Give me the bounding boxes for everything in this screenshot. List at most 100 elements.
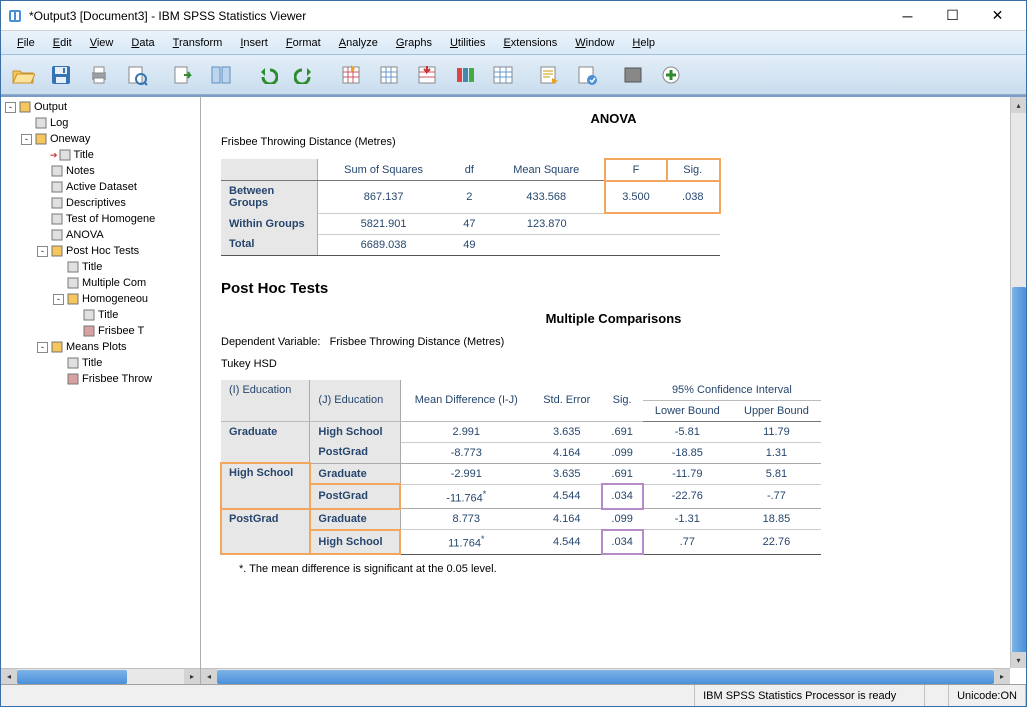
cell-lb: -5.81 bbox=[643, 421, 732, 442]
viewer-vscroll[interactable]: ▴ ▾ bbox=[1010, 97, 1026, 668]
mc-row[interactable]: PostGrad-11.764*4.544.034-22.76-.77 bbox=[221, 484, 821, 509]
tree-oneway[interactable]: -Oneway bbox=[1, 131, 200, 147]
cell-ss: 6689.038 bbox=[317, 234, 450, 255]
outline-hscroll[interactable]: ◂ ▸ bbox=[1, 668, 200, 684]
anova-row[interactable]: Within Groups5821.90147123.870 bbox=[221, 213, 720, 234]
node-icon bbox=[66, 292, 80, 306]
mc-row[interactable]: PostGrad-8.7734.164.099-18.851.31 bbox=[221, 442, 821, 463]
menu-file[interactable]: File bbox=[9, 34, 43, 52]
tree-label: Frisbee Throw bbox=[82, 373, 152, 385]
cell-sig bbox=[667, 234, 721, 255]
tree-ph-title[interactable]: Title bbox=[1, 259, 200, 275]
mc-row[interactable]: High SchoolGraduate-2.9913.635.691-11.79… bbox=[221, 463, 821, 484]
multiple-comparisons-table[interactable]: (I) Education (J) Education Mean Differe… bbox=[221, 380, 821, 555]
save-icon[interactable] bbox=[43, 59, 79, 91]
scroll-left-icon[interactable]: ◂ bbox=[201, 669, 217, 684]
anova-row[interactable]: Between Groups867.1372433.5683.500.038 bbox=[221, 181, 720, 214]
scroll-right-icon[interactable]: ▸ bbox=[994, 669, 1010, 684]
anova-table[interactable]: Sum of Squares df Mean Square F Sig. Bet… bbox=[221, 158, 721, 256]
tree-label: Title bbox=[82, 357, 102, 369]
anova-row[interactable]: Total6689.03849 bbox=[221, 234, 720, 255]
designate-window-icon[interactable] bbox=[615, 59, 651, 91]
vscroll-thumb[interactable] bbox=[1012, 287, 1026, 657]
tree-notes[interactable]: Notes bbox=[1, 163, 200, 179]
menu-graphs[interactable]: Graphs bbox=[388, 34, 440, 52]
node-icon bbox=[18, 100, 32, 114]
node-icon bbox=[50, 180, 64, 194]
goto-data-icon[interactable] bbox=[333, 59, 369, 91]
tree-descriptives[interactable]: Descriptives bbox=[1, 195, 200, 211]
tree-posthoc[interactable]: -Post Hoc Tests bbox=[1, 243, 200, 259]
open-icon[interactable] bbox=[5, 59, 41, 91]
tree-toggle-icon[interactable]: - bbox=[37, 342, 48, 353]
cell-sig: .034 bbox=[602, 484, 643, 509]
tree-frisbee1[interactable]: Frisbee T bbox=[1, 323, 200, 339]
menu-analyze[interactable]: Analyze bbox=[331, 34, 386, 52]
scroll-down-icon[interactable]: ▾ bbox=[1011, 652, 1026, 668]
menu-data[interactable]: Data bbox=[123, 34, 162, 52]
tree-log[interactable]: Log bbox=[1, 115, 200, 131]
col-sig: Sig. bbox=[667, 159, 721, 181]
mc-row[interactable]: GraduateHigh School2.9913.635.691-5.8111… bbox=[221, 421, 821, 442]
menu-transform[interactable]: Transform bbox=[165, 34, 231, 52]
mc-row[interactable]: PostGradGraduate8.7734.164.099-1.3118.85 bbox=[221, 509, 821, 530]
menu-edit[interactable]: Edit bbox=[45, 34, 80, 52]
tree-frisbee2[interactable]: Frisbee Throw bbox=[1, 371, 200, 387]
outline-tree[interactable]: -Output Log -Oneway➔TitleNotesActive Datas… bbox=[1, 97, 200, 668]
print-preview-icon[interactable] bbox=[119, 59, 155, 91]
tree-output[interactable]: -Output bbox=[1, 99, 200, 115]
menu-view[interactable]: View bbox=[82, 34, 122, 52]
cell-ub: 18.85 bbox=[732, 509, 821, 530]
tree-mp-title[interactable]: Title bbox=[1, 355, 200, 371]
tree-title[interactable]: ➔Title bbox=[1, 147, 200, 163]
undo-icon[interactable] bbox=[249, 59, 285, 91]
tree-toggle-icon[interactable]: - bbox=[53, 294, 64, 305]
cell-f bbox=[605, 234, 667, 255]
tree-active-dataset[interactable]: Active Dataset bbox=[1, 179, 200, 195]
variables-icon[interactable] bbox=[409, 59, 445, 91]
tree-homog-subsets[interactable]: -Homogeneou bbox=[1, 291, 200, 307]
scroll-left-icon[interactable]: ◂ bbox=[1, 669, 17, 684]
print-icon[interactable] bbox=[81, 59, 117, 91]
export-icon[interactable] bbox=[165, 59, 201, 91]
tree-means-plots[interactable]: -Means Plots bbox=[1, 339, 200, 355]
tree-toggle-icon[interactable]: - bbox=[21, 134, 32, 145]
scroll-right-icon[interactable]: ▸ bbox=[184, 669, 200, 684]
tree-hs-title[interactable]: Title bbox=[1, 307, 200, 323]
outline-pane: -Output Log -Oneway➔TitleNotesActive Datas… bbox=[1, 95, 201, 684]
hscroll-thumb[interactable] bbox=[217, 670, 994, 684]
menu-extensions[interactable]: Extensions bbox=[495, 34, 565, 52]
menu-help[interactable]: Help bbox=[624, 34, 663, 52]
run-pending-icon[interactable] bbox=[569, 59, 605, 91]
tree-homogeneity[interactable]: Test of Homogene bbox=[1, 211, 200, 227]
run-syntax-icon[interactable] bbox=[531, 59, 567, 91]
viewer-hscroll[interactable]: ◂ ▸ bbox=[201, 668, 1010, 684]
select-cases-icon[interactable] bbox=[447, 59, 483, 91]
cell-ss: 867.137 bbox=[317, 181, 450, 214]
close-button[interactable]: ✕ bbox=[975, 2, 1020, 30]
tree-toggle-icon[interactable]: - bbox=[5, 102, 16, 113]
tree-toggle-icon[interactable]: - bbox=[37, 246, 48, 257]
cell-se: 4.164 bbox=[532, 442, 602, 463]
cell-df: 49 bbox=[450, 234, 489, 255]
minimize-button[interactable]: ─ bbox=[885, 2, 930, 30]
goto-case-icon[interactable] bbox=[371, 59, 407, 91]
mc-row[interactable]: High School11.764*4.544.034.7722.76 bbox=[221, 530, 821, 555]
viewer-content[interactable]: ANOVA Frisbee Throwing Distance (Metres)… bbox=[201, 97, 1026, 684]
scroll-up-icon[interactable]: ▴ bbox=[1011, 97, 1026, 113]
tree-anova[interactable]: ANOVA bbox=[1, 227, 200, 243]
tree-label: Log bbox=[50, 117, 68, 129]
insert-icon[interactable] bbox=[485, 59, 521, 91]
menu-utilities[interactable]: Utilities bbox=[442, 34, 493, 52]
tree-multiple-comp[interactable]: Multiple Com bbox=[1, 275, 200, 291]
maximize-button[interactable]: ☐ bbox=[930, 2, 975, 30]
redo-icon[interactable] bbox=[287, 59, 323, 91]
mc-heading: Multiple Comparisons bbox=[221, 311, 1006, 326]
dialog-recall-icon[interactable] bbox=[203, 59, 239, 91]
cell-j-edu: High School bbox=[310, 421, 400, 442]
menu-insert[interactable]: Insert bbox=[232, 34, 276, 52]
hscroll-thumb[interactable] bbox=[17, 670, 127, 684]
menu-format[interactable]: Format bbox=[278, 34, 329, 52]
menu-window[interactable]: Window bbox=[567, 34, 622, 52]
add-icon[interactable] bbox=[653, 59, 689, 91]
